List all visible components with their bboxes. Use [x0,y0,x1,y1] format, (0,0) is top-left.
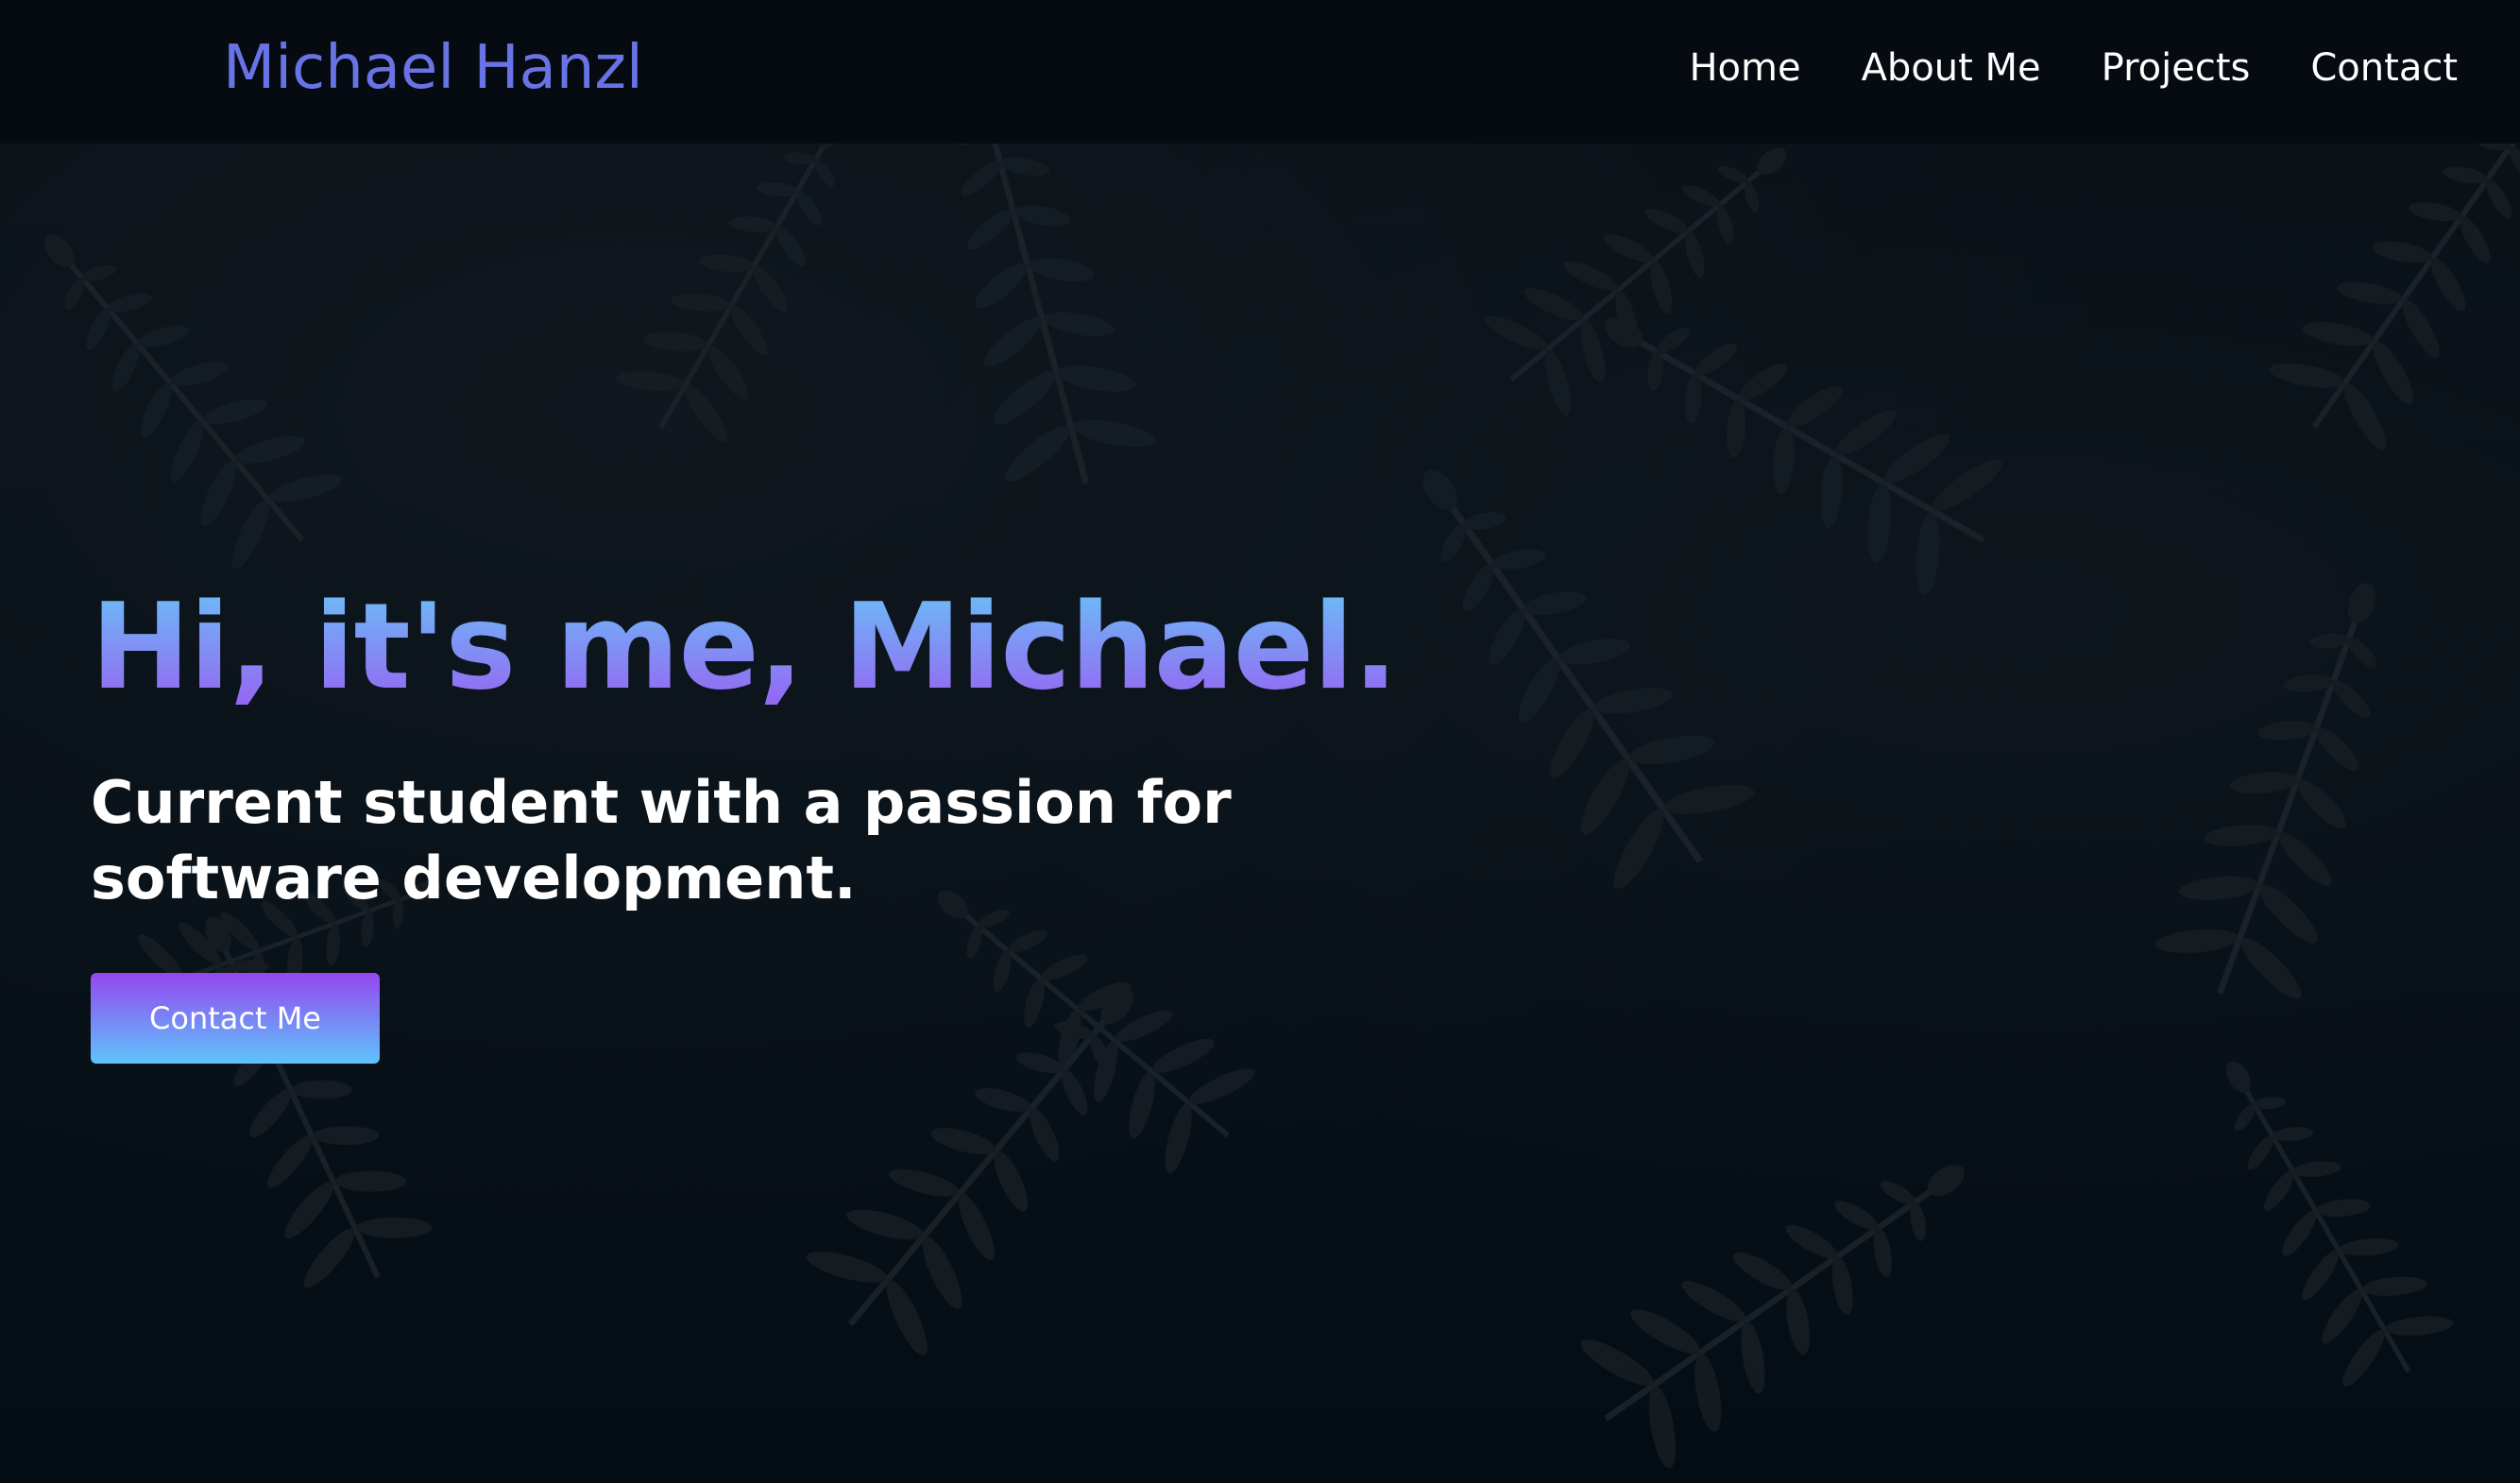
hero-title: Hi, it's me, Michael. [91,577,1398,716]
portfolio-page: Michael Hanzl Home About Me Projects Con… [0,0,2520,1483]
top-navbar: Michael Hanzl Home About Me Projects Con… [0,0,2520,144]
nav-link-contact[interactable]: Contact [2310,43,2458,93]
main-nav: Home About Me Projects Contact [1689,43,2458,93]
nav-link-home[interactable]: Home [1689,43,1800,93]
nav-link-about-me[interactable]: About Me [1862,43,2041,93]
contact-me-button[interactable]: Contact Me [91,973,380,1064]
hero-section: Hi, it's me, Michael. Current student wi… [91,576,1398,1064]
brand-logo-text[interactable]: Michael Hanzl [223,34,643,102]
nav-link-projects[interactable]: Projects [2102,43,2251,93]
hero-subtitle: Current student with a passion for softw… [91,768,1232,912]
